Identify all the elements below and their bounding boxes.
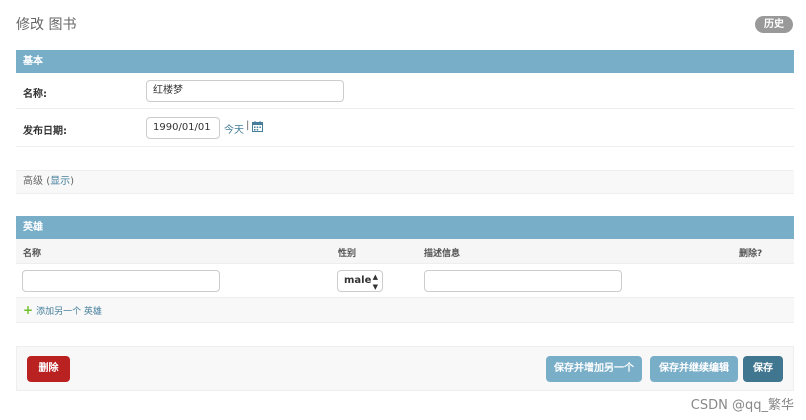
plus-icon: + [23, 303, 34, 317]
hero-gender-select[interactable]: male ▲ ▼ [337, 270, 383, 292]
name-label: 名称: [23, 89, 47, 100]
column-gender: 性别 [338, 249, 357, 259]
hero-gender-value: male [344, 275, 372, 286]
name-field[interactable]: 红楼梦 [146, 80, 344, 102]
basic-section-header: 基本 [16, 50, 794, 73]
advanced-label: 高级 [23, 176, 43, 187]
date-field[interactable]: 1990/01/01 [146, 117, 220, 139]
save-add-another-button[interactable]: 保存并增加另一个 [546, 356, 642, 382]
hero-name-field[interactable] [22, 270, 220, 292]
column-description: 描述信息 [424, 249, 461, 259]
submit-row: 删除 保存并增加另一个 保存并继续编辑 保存 [16, 346, 794, 391]
date-row: 发布日期: 1990/01/01 今天 | [16, 109, 794, 147]
date-shortcut-separator: | [246, 120, 250, 131]
advanced-show-toggle[interactable]: 显示 [50, 176, 70, 187]
advanced-fieldset: 高级 (显示) [16, 170, 794, 194]
heroes-inline: 英雄 名称 性别 描述信息 删除? male ▲ ▼ + 添加另一个 英雄 [16, 216, 794, 323]
table-row: male ▲ ▼ [16, 264, 794, 298]
advanced-close-paren: ) [70, 176, 74, 187]
add-hero-row[interactable]: + 添加另一个 英雄 [16, 298, 794, 323]
watermark: CSDN @qq_繁华 [690, 398, 794, 413]
heroes-section-header: 英雄 [16, 216, 794, 239]
save-button[interactable]: 保存 [743, 356, 783, 382]
today-link[interactable]: 今天 [224, 121, 244, 136]
calendar-icon[interactable] [252, 121, 263, 132]
page-title: 修改 图书 [16, 17, 77, 33]
column-delete: 删除? [739, 249, 763, 259]
name-row: 名称: 红楼梦 [16, 73, 794, 109]
save-continue-button[interactable]: 保存并继续编辑 [650, 356, 738, 382]
date-label: 发布日期: [23, 126, 67, 137]
hero-description-field[interactable] [424, 270, 622, 292]
select-arrows-icon: ▲ ▼ [372, 273, 378, 291]
column-name: 名称 [23, 249, 42, 259]
history-button[interactable]: 历史 [755, 16, 793, 33]
basic-fieldset: 基本 名称: 红楼梦 发布日期: 1990/01/01 今天 | [16, 50, 794, 147]
add-hero-link[interactable]: 添加另一个 英雄 [36, 307, 102, 317]
heroes-table-header: 名称 性别 描述信息 删除? [16, 239, 794, 264]
delete-button[interactable]: 删除 [27, 356, 70, 382]
